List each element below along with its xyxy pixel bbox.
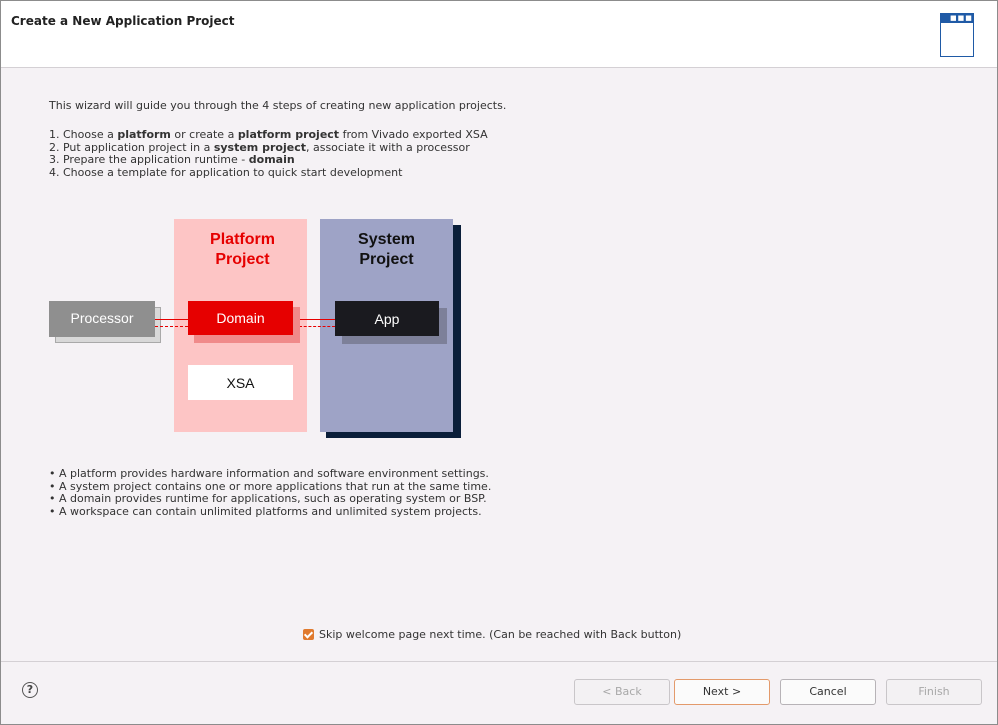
wizard-dialog: Create a New Application Project ■■■ Thi… bbox=[0, 0, 998, 725]
finish-button[interactable]: Finish bbox=[886, 679, 982, 705]
skip-welcome-label[interactable]: Skip welcome page next time. (Can be rea… bbox=[319, 628, 681, 641]
help-icon[interactable]: ? bbox=[22, 682, 38, 698]
skip-welcome-row[interactable]: Skip welcome page next time. (Can be rea… bbox=[303, 628, 681, 641]
wizard-header: Create a New Application Project ■■■ bbox=[1, 1, 997, 68]
cancel-button[interactable]: Cancel bbox=[780, 679, 876, 705]
processor-label: Processor bbox=[70, 310, 134, 326]
system-project-title-2: Project bbox=[359, 251, 414, 268]
skip-welcome-checkbox[interactable] bbox=[303, 629, 314, 640]
processor-domain-connector bbox=[155, 319, 188, 320]
processor-domain-connector-dashed bbox=[155, 326, 188, 327]
footer-divider bbox=[1, 661, 997, 662]
xsa-label: XSA bbox=[226, 375, 255, 391]
bullets-list: • A platform provides hardware informati… bbox=[49, 467, 491, 518]
domain-app-connector-dashed bbox=[299, 326, 335, 327]
bullet-item: • A domain provides runtime for applicat… bbox=[49, 492, 487, 505]
steps-list: 1. Choose a platform or create a platfor… bbox=[49, 128, 488, 179]
back-button[interactable]: < Back bbox=[574, 679, 670, 705]
system-project-title-1: System bbox=[358, 231, 415, 248]
window-banner-icon: ■■■ bbox=[940, 13, 974, 57]
platform-project-title-1: Platform bbox=[210, 231, 275, 248]
domain-label: Domain bbox=[216, 310, 265, 326]
bullet-item: • A workspace can contain unlimited plat… bbox=[49, 504, 482, 518]
bullet-item: • A platform provides hardware informati… bbox=[49, 467, 489, 480]
app-label: App bbox=[374, 311, 400, 327]
wizard-title: Create a New Application Project bbox=[11, 14, 235, 28]
next-button[interactable]: Next > bbox=[674, 679, 770, 705]
step-item: 4. Choose a template for application to … bbox=[49, 165, 403, 179]
platform-project-title-2: Project bbox=[215, 251, 270, 268]
intro-text: This wizard will guide you through the 4… bbox=[49, 99, 507, 112]
